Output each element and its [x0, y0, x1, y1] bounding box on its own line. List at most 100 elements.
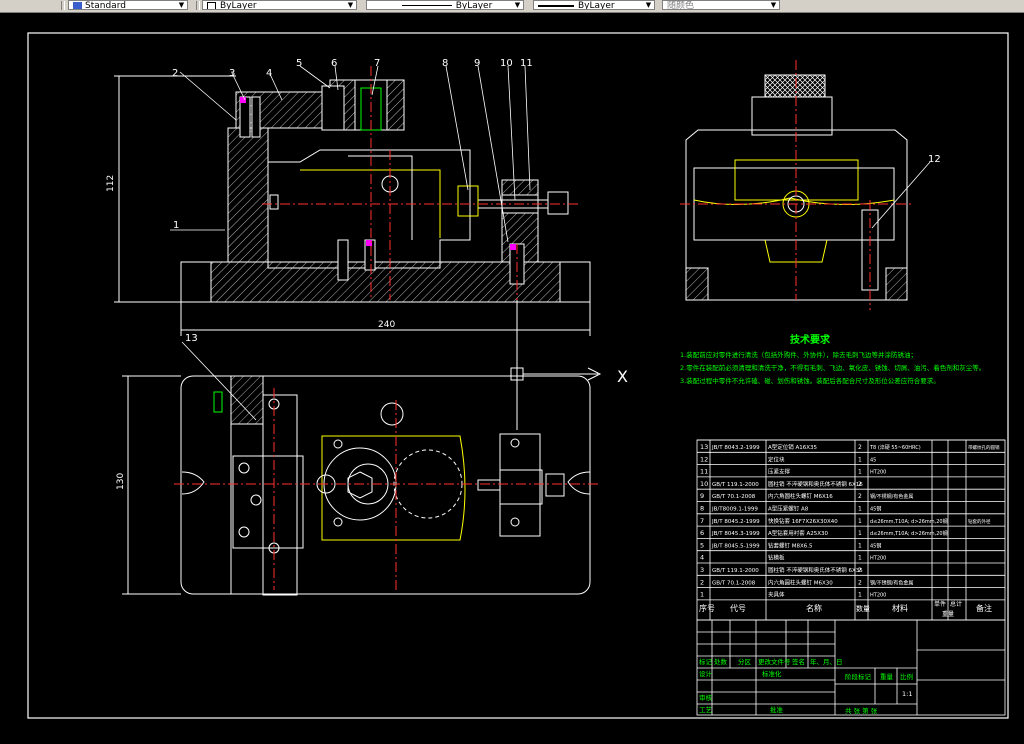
bom-cell-no: 4: [700, 554, 704, 562]
tb-standard: 标准化: [762, 669, 782, 678]
balloon-7: 7: [374, 58, 380, 69]
balloon-12: 12: [928, 154, 941, 165]
tb-count: 处数: [714, 657, 728, 666]
balloon-11: 11: [520, 58, 533, 69]
balloon-1: 1: [173, 220, 179, 231]
bom-header-weight: 重量: [942, 610, 954, 618]
tech-requirement-line: 1.装配前应对零件进行清洗（包括外购件、外协件），除去毛刺飞边等并涂防锈油；: [680, 350, 917, 359]
bom-cell-material: 钢/不锈钢/有色金属: [870, 493, 913, 500]
chevron-down-icon[interactable]: ▼: [346, 2, 355, 9]
bom-header-material: 材料: [892, 603, 908, 613]
bom-cell-qty: 1: [858, 542, 862, 549]
bom-table: [696, 439, 1006, 621]
upright-column: [227, 127, 269, 263]
layer-select[interactable]: ByLayer ▼: [202, 0, 357, 10]
bom-cell-no: 3: [700, 566, 704, 574]
bom-cell-qty: 1: [858, 456, 862, 463]
drawing-canvas[interactable]: 112 240 1 2 3 4 5 6 7 8 9 10 11 12 130 1…: [0, 12, 1024, 740]
bom-cell-no: 6: [700, 529, 704, 537]
bom-cell-name: 内六角圆柱头螺钉 M6X30: [768, 578, 833, 586]
bom-cell-qty: 2: [858, 444, 862, 451]
tb-change-doc: 更改文件号: [758, 657, 791, 666]
chevron-down-icon[interactable]: ▼: [644, 2, 653, 9]
bom-header-total: 总计: [950, 600, 962, 608]
bom-cell-no: 11: [700, 468, 708, 476]
bom-cell-note: 钻套的外径: [968, 518, 991, 525]
bom-cell-no: 5: [700, 541, 704, 549]
bom-cell-material: 45: [870, 457, 876, 463]
toolbar-separator: [61, 1, 65, 10]
plotstyle-select[interactable]: 随颜色 ▼: [662, 0, 780, 10]
bom-cell-material: HT200: [870, 470, 886, 476]
tb-scale-value: 1:1: [902, 690, 912, 698]
tb-zone: 分区: [738, 657, 752, 666]
bom-cell-code: GB/T 119.1-2000: [712, 482, 759, 488]
bom-cell-qty: 2: [858, 579, 862, 586]
bom-cell-code: JB/T 8043.2-1999: [711, 445, 760, 451]
cad-drawing: 112 240 1 2 3 4 5 6 7 8 9 10 11 12 130 1…: [27, 32, 1009, 719]
top-view: [122, 300, 602, 596]
balloon-2: 2: [172, 68, 178, 79]
bom-cell-no: 9: [700, 492, 704, 500]
bom-cell-qty: 1: [858, 530, 862, 537]
side-view: [680, 60, 931, 310]
tb-approve: 批准: [770, 705, 784, 714]
bom-cell-name: 钻套螺钉 M8X6.5: [768, 541, 813, 549]
bom-cell-qty: 2: [858, 567, 862, 574]
tb-mark: 标记: [699, 657, 713, 666]
bom-cell-name: 内六角圆柱头螺钉 M6X16: [768, 492, 833, 500]
lineweight-value: ByLayer: [578, 1, 615, 10]
balloon-6: 6: [331, 58, 337, 69]
bom-cell-name: 圆柱销 不淬硬钢和奥氏体不锈钢 6X16: [768, 480, 863, 488]
tech-requirement-line: 3.装配过程中零件不允许磕、碰、划伤和锈蚀。装配后各配合尺寸及形位公差应符合要求…: [680, 376, 940, 385]
bom-cell-no: 7: [700, 517, 704, 525]
tb-scale: 比例: [900, 672, 913, 681]
bom-cell-name: 压紧支撑: [768, 468, 791, 476]
bom-cell-qty: 2: [858, 493, 862, 500]
bom-cell-no: 2: [700, 578, 704, 586]
bom-header-qty: 数量: [856, 604, 870, 613]
lineweight-preview: [538, 4, 574, 7]
bom-cell-no: 12: [700, 455, 708, 463]
bom-cell-name: A型定位销 A16X35: [768, 443, 818, 451]
tb-sign: 签名: [792, 657, 805, 666]
top-height-dimension: 130: [116, 473, 126, 490]
lineweight-select[interactable]: ByLayer ▼: [533, 0, 655, 10]
chevron-down-icon[interactable]: ▼: [513, 2, 522, 9]
bom-cell-qty: 1: [858, 506, 862, 513]
tb-design: 设计: [699, 669, 713, 678]
bom-header-note: 备注: [976, 603, 992, 613]
front-width-dimension: 240: [378, 320, 395, 330]
title-block: [696, 619, 1006, 716]
bom-cell-note: 带螺纹孔的圆销: [968, 444, 1000, 451]
bom-header-no: 序号: [699, 603, 715, 613]
bom-cell-material: HT200: [870, 556, 886, 562]
bom-cell-no: 8: [700, 505, 704, 513]
bom-header-name: 名称: [806, 603, 822, 613]
knurled-knob: [764, 74, 826, 98]
balloon-8: 8: [442, 58, 448, 69]
text-style-select[interactable]: Standard ▼: [68, 0, 188, 10]
tb-stage: 阶段标记: [845, 672, 872, 681]
linetype-select[interactable]: ByLayer ▼: [366, 0, 524, 10]
chevron-down-icon[interactable]: ▼: [177, 2, 186, 9]
bom-cell-name: A型压紧螺钉 A8: [768, 505, 809, 513]
chevron-down-icon[interactable]: ▼: [769, 2, 778, 9]
linetype-value: ByLayer: [455, 1, 493, 10]
bom-cell-code: JB/T 8045.3-1999: [711, 531, 760, 537]
bom-cell-code: GB/T 70.1-2008: [712, 494, 756, 500]
balloon-10: 10: [500, 58, 513, 69]
bom-cell-material: d≤26mm,T10A; d>26mm,20钢: [870, 518, 948, 525]
tb-process: 工艺: [699, 706, 713, 714]
bom-cell-name: 钻模板: [768, 554, 785, 562]
bom-cell-name: A型钻套用衬套 A25X30: [768, 529, 829, 537]
bom-cell-code: JB/T 8045.5-1999: [711, 543, 760, 549]
tech-requirement-line: 2.零件在装配前必须清理和清洗干净，不得有毛刺、飞边、氧化皮、锈蚀、切屑、油污、…: [680, 363, 985, 372]
front-view: [114, 66, 591, 336]
title-block-labels: 标记 处数 分区 更改文件号 签名 年、月、日 设计 标准化 阶段标记 重量 比…: [699, 657, 913, 715]
bom-cell-name: 定位块: [768, 455, 785, 463]
tb-review: 审核: [699, 693, 713, 702]
text-style-value: Standard: [85, 1, 126, 10]
bom-cell-material: 45钢: [870, 542, 881, 549]
balloon-9: 9: [474, 58, 480, 69]
